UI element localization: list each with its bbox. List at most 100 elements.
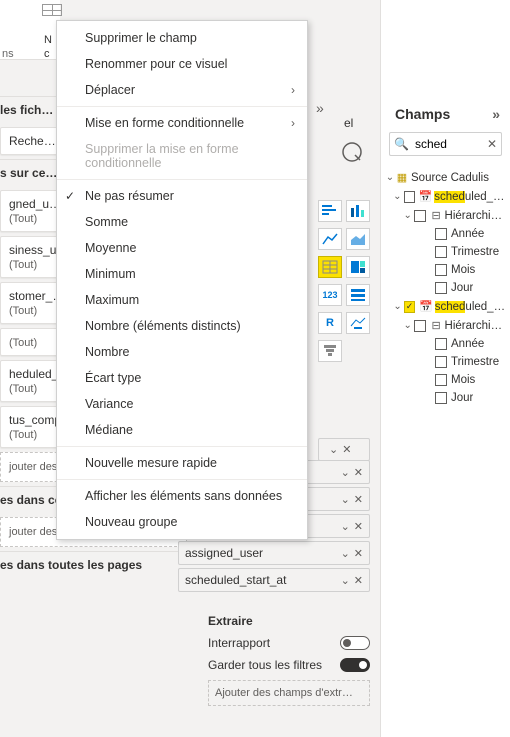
ctx-average[interactable]: Moyenne bbox=[57, 235, 307, 261]
viz-kpi-icon[interactable] bbox=[346, 312, 370, 334]
chevron-down-icon[interactable]: ⌄ bbox=[341, 493, 350, 506]
viz-card-icon[interactable]: 123 bbox=[318, 284, 342, 306]
viz-funnel-icon[interactable] bbox=[318, 340, 342, 362]
ctx-median[interactable]: Médiane bbox=[57, 417, 307, 443]
field-checkbox[interactable] bbox=[435, 246, 447, 258]
field-checkbox[interactable] bbox=[414, 210, 425, 222]
caret-down-icon[interactable]: ⌄ bbox=[403, 210, 412, 221]
ctx-stddev[interactable]: Écart type bbox=[57, 365, 307, 391]
viz-line-chart-icon[interactable] bbox=[318, 228, 342, 250]
remove-field-icon[interactable]: ✕ bbox=[354, 466, 363, 479]
remove-field-icon[interactable]: ✕ bbox=[354, 520, 363, 533]
ctx-sum[interactable]: Somme bbox=[57, 209, 307, 235]
caret-down-icon[interactable]: ⌄ bbox=[393, 301, 402, 312]
chevron-down-icon[interactable]: ⌄ bbox=[341, 466, 350, 479]
drillthrough-header: Extraire bbox=[208, 614, 370, 628]
ctx-max[interactable]: Maximum bbox=[57, 287, 307, 313]
cross-report-label: Interrapport bbox=[208, 636, 270, 650]
ctx-variance[interactable]: Variance bbox=[57, 391, 307, 417]
field-checkbox[interactable] bbox=[435, 282, 447, 294]
caret-down-icon[interactable]: ⌄ bbox=[403, 320, 412, 331]
caret-down-icon[interactable]: ⌄ bbox=[393, 191, 402, 202]
field-checkbox[interactable] bbox=[435, 374, 447, 386]
hierarchy-level[interactable]: Trimestre bbox=[385, 353, 508, 371]
ctx-distinct-count[interactable]: Nombre (éléments distincts) bbox=[57, 313, 307, 339]
ribbon-button-label: N bbox=[44, 34, 52, 46]
viz-matrix-icon[interactable] bbox=[318, 256, 342, 278]
field-checkbox[interactable] bbox=[435, 264, 447, 276]
hierarchy-node[interactable]: ⌄ ⊟ Hiérarchie de bbox=[385, 206, 508, 225]
remove-field-icon[interactable]: ✕ bbox=[354, 547, 363, 560]
table-visual-icon[interactable] bbox=[42, 4, 62, 16]
clear-search-icon[interactable]: ✕ bbox=[487, 137, 497, 151]
fields-tree: ⌄ ▦ Source Cadulis ⌄ 📅 scheduled_end_ ⌄ … bbox=[381, 164, 510, 407]
field-context-menu: Supprimer le champ Renommer pour ce visu… bbox=[56, 20, 308, 540]
field-checkbox[interactable] bbox=[435, 356, 447, 368]
ctx-conditional-formatting[interactable]: Mise en forme conditionnelle› bbox=[57, 110, 307, 136]
menu-separator bbox=[57, 106, 307, 107]
fields-search-box[interactable]: 🔍 ✕ bbox=[389, 132, 502, 156]
fields-search-input[interactable] bbox=[413, 136, 487, 152]
ctx-min[interactable]: Minimum bbox=[57, 261, 307, 287]
ctx-new-group[interactable]: Nouveau groupe bbox=[57, 509, 307, 535]
ctx-remove-conditional-formatting: Supprimer la mise en forme conditionnell… bbox=[57, 136, 307, 176]
hierarchy-level[interactable]: Trimestre bbox=[385, 243, 508, 261]
collapse-visualizations-icon[interactable]: » bbox=[316, 100, 324, 116]
field-checkbox[interactable] bbox=[435, 338, 447, 350]
field-checkbox[interactable]: ✓ bbox=[404, 301, 415, 313]
field-scheduled-start[interactable]: ⌄ ✓ 📅 scheduled_start bbox=[385, 297, 508, 316]
add-drillthrough-fields[interactable]: Ajouter des champs d'extr… bbox=[208, 680, 370, 706]
fields-pane-title: Champs » bbox=[381, 92, 510, 132]
drillthrough-section: Extraire Interrapport Garder tous les fi… bbox=[208, 614, 370, 706]
menu-separator bbox=[57, 179, 307, 180]
collapse-pane-icon[interactable]: » bbox=[492, 106, 500, 122]
viz-clustered-column-icon[interactable] bbox=[346, 200, 370, 222]
field-checkbox[interactable] bbox=[404, 191, 415, 203]
hierarchy-level[interactable]: Jour bbox=[385, 389, 508, 407]
hierarchy-level[interactable]: Mois bbox=[385, 371, 508, 389]
field-well-chip[interactable]: assigned_user⌄✕ bbox=[178, 541, 370, 565]
remove-field-icon[interactable]: ✕ bbox=[354, 574, 363, 587]
menu-separator bbox=[57, 479, 307, 480]
ctx-move[interactable]: Déplacer› bbox=[57, 77, 307, 103]
hierarchy-level[interactable]: Année bbox=[385, 335, 508, 353]
ctx-count[interactable]: Nombre bbox=[57, 339, 307, 365]
filters-on-all-pages-header: es dans toutes les pages bbox=[0, 551, 187, 578]
ctx-rename-visual[interactable]: Renommer pour ce visuel bbox=[57, 51, 307, 77]
format-tab-icon[interactable] bbox=[340, 140, 364, 167]
ctx-show-items-no-data[interactable]: Afficher les éléments sans données bbox=[57, 483, 307, 509]
chevron-down-icon[interactable]: ⌄ bbox=[341, 520, 350, 533]
viz-area-chart-icon[interactable] bbox=[346, 228, 370, 250]
hierarchy-node[interactable]: ⌄ ⊟ Hiérarchie de bbox=[385, 316, 508, 335]
field-checkbox[interactable] bbox=[435, 228, 447, 240]
ctx-dont-summarize[interactable]: ✓Ne pas résumer bbox=[57, 183, 307, 209]
field-well-chip[interactable]: scheduled_start_at⌄✕ bbox=[178, 568, 370, 592]
chevron-down-icon[interactable]: ⌄ bbox=[341, 574, 350, 587]
hierarchy-level[interactable]: Mois bbox=[385, 261, 508, 279]
keep-filters-row: Garder tous les filtres bbox=[208, 658, 370, 672]
remove-field-icon[interactable]: ✕ bbox=[354, 493, 363, 506]
field-checkbox[interactable] bbox=[435, 392, 447, 404]
table-icon: ▦ bbox=[395, 171, 409, 184]
viz-treemap-icon[interactable] bbox=[346, 256, 370, 278]
field-checkbox[interactable] bbox=[414, 320, 425, 332]
viz-r-script-icon[interactable]: R bbox=[318, 312, 342, 334]
caret-down-icon[interactable]: ⌄ bbox=[385, 172, 395, 183]
chevron-down-icon[interactable]: ⌄ bbox=[341, 547, 350, 560]
field-scheduled-end[interactable]: ⌄ 📅 scheduled_end_ bbox=[385, 187, 508, 206]
ctx-remove-field[interactable]: Supprimer le champ bbox=[57, 25, 307, 51]
hierarchy-icon: ⊟ bbox=[430, 319, 443, 332]
hierarchy-level[interactable]: Année bbox=[385, 225, 508, 243]
viz-multirow-card-icon[interactable] bbox=[346, 284, 370, 306]
hierarchy-level[interactable]: Jour bbox=[385, 279, 508, 297]
menu-separator bbox=[57, 446, 307, 447]
keep-filters-toggle[interactable] bbox=[340, 658, 370, 672]
table-node[interactable]: ⌄ ▦ Source Cadulis bbox=[385, 168, 508, 187]
chevron-right-icon: › bbox=[291, 83, 295, 97]
cross-report-toggle[interactable] bbox=[340, 636, 370, 650]
ctx-quick-measure[interactable]: Nouvelle mesure rapide bbox=[57, 450, 307, 476]
cross-report-row: Interrapport bbox=[208, 636, 370, 650]
hierarchy-icon: ⊟ bbox=[430, 209, 443, 222]
viz-clustered-bar-icon[interactable] bbox=[318, 200, 342, 222]
check-icon: ✓ bbox=[65, 189, 75, 203]
